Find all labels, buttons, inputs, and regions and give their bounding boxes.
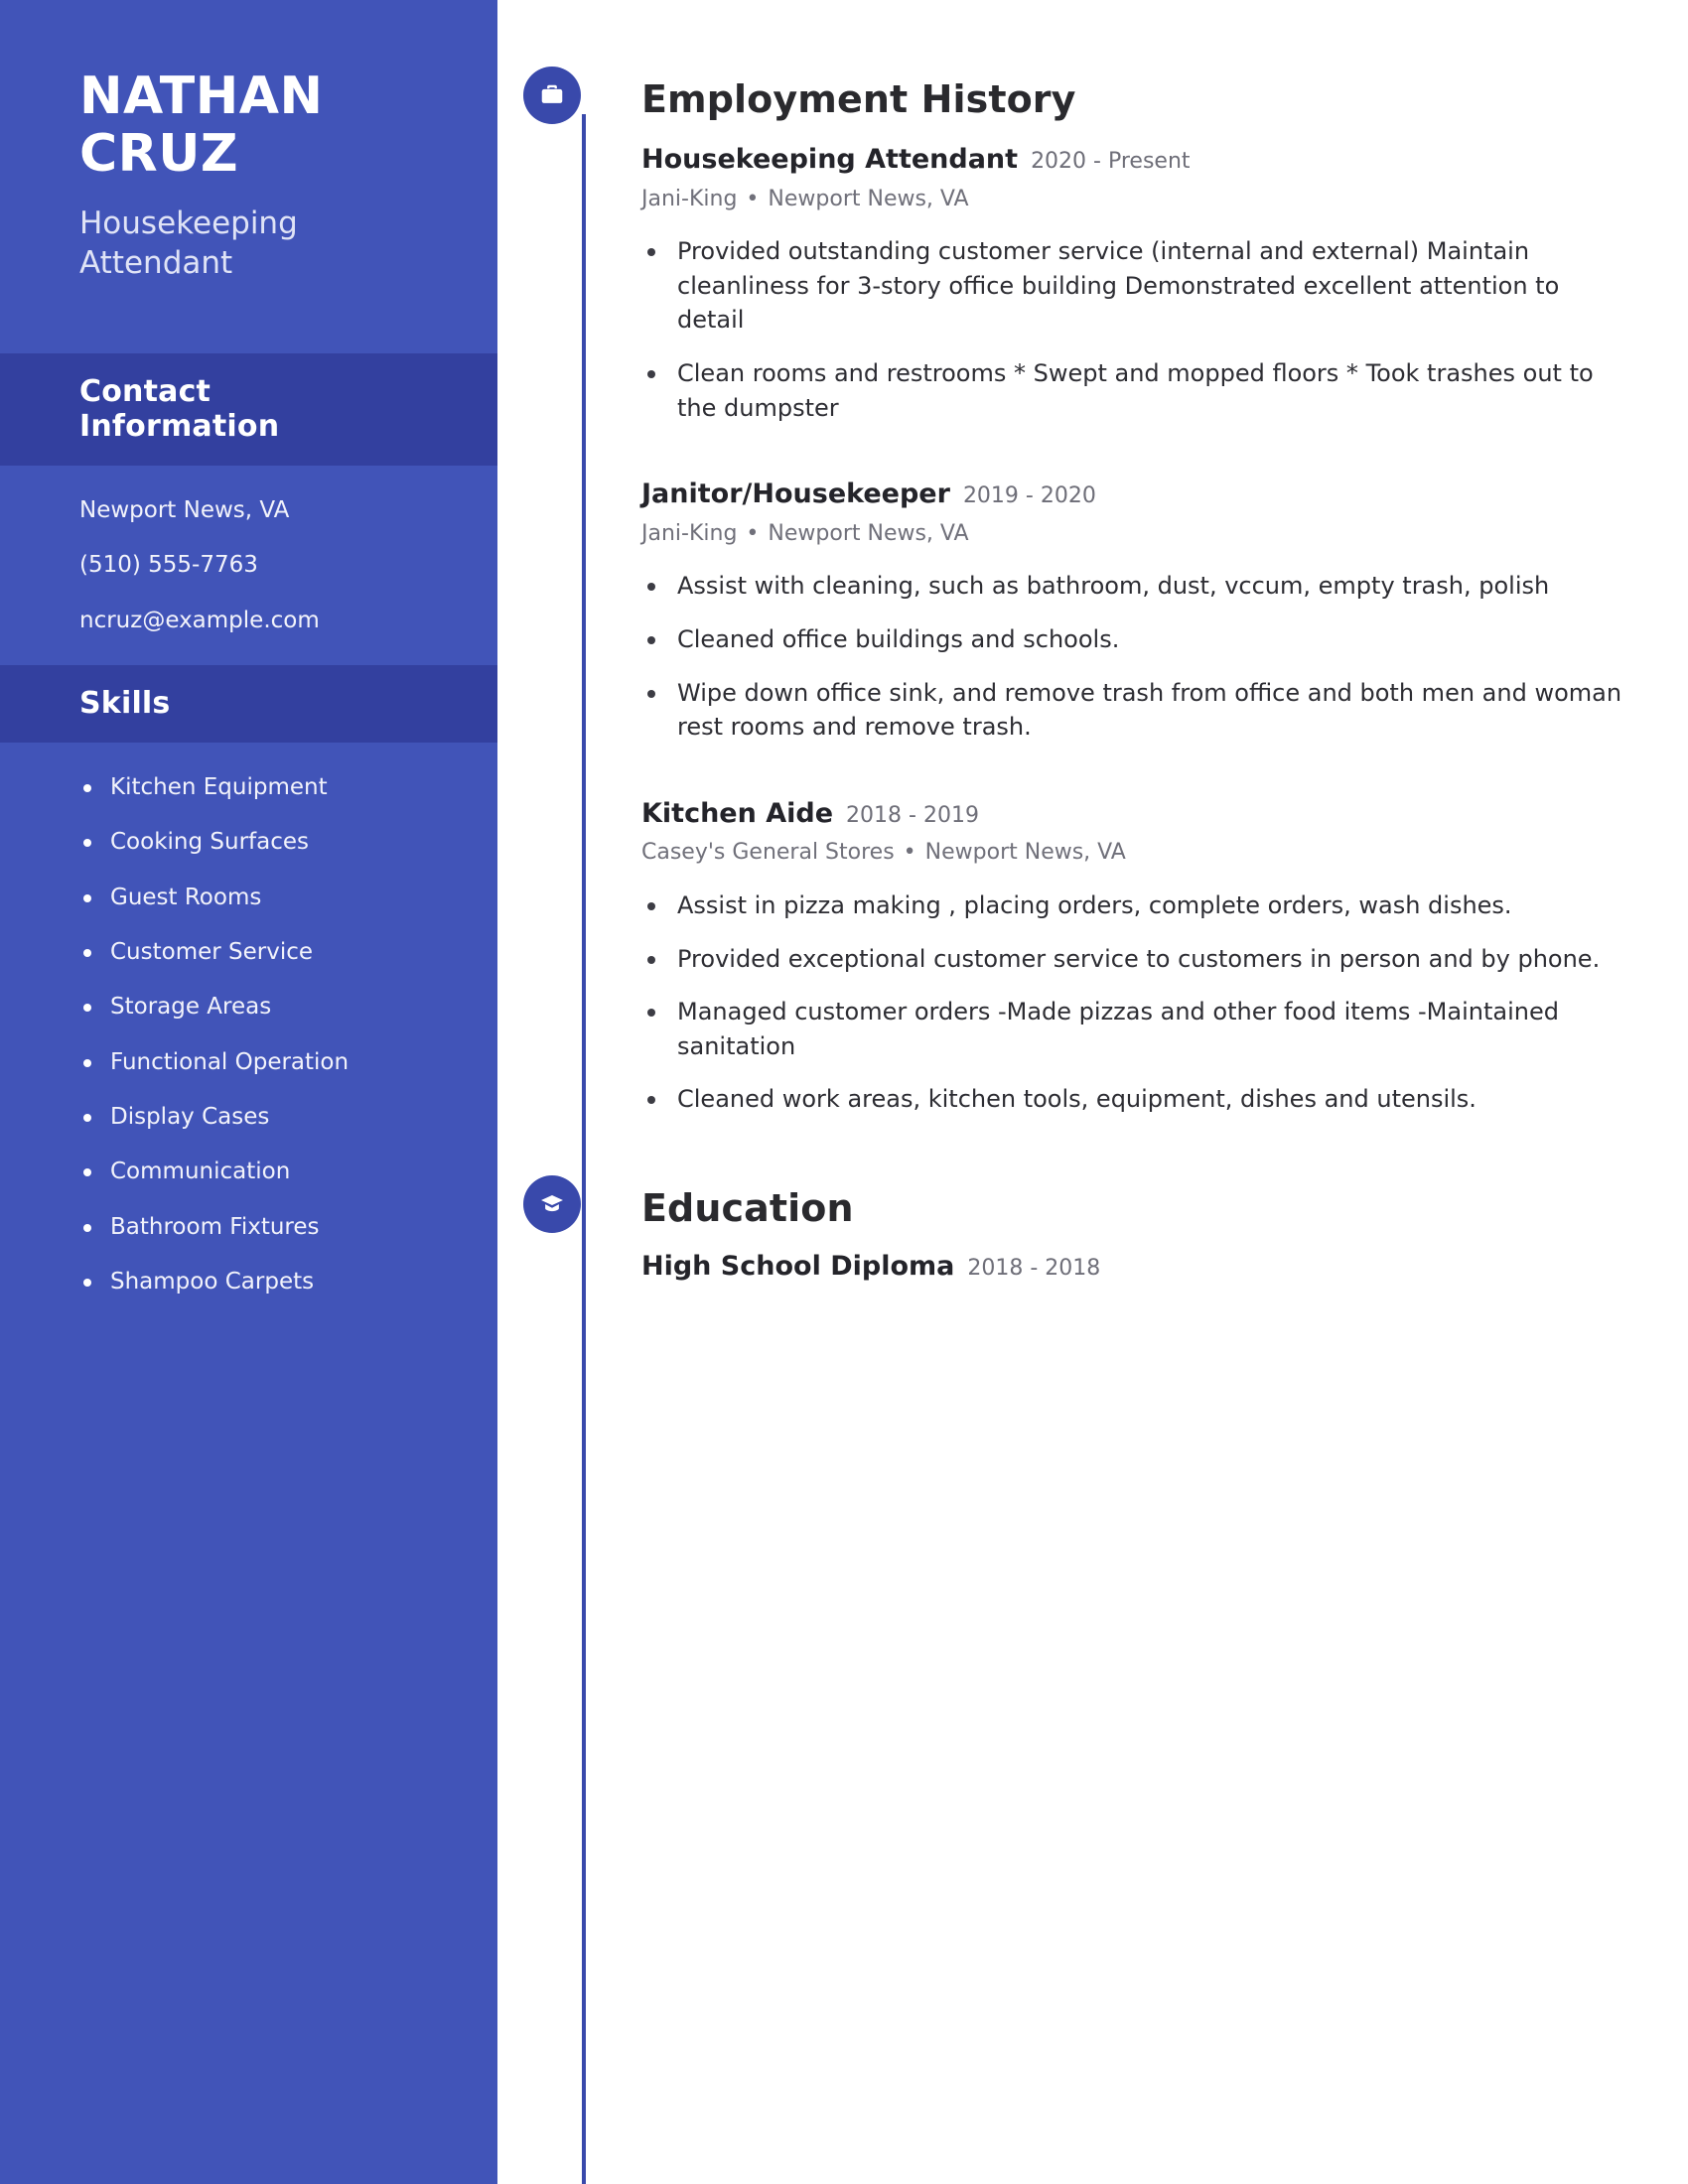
name-block: NATHAN CRUZ Housekeeping Attendant [0,0,497,284]
skill-item: Communication [79,1157,453,1186]
contact-information-heading: Contact Information [0,352,497,466]
education-entries: High School Diploma 2018 - 2018 [641,1250,1622,1284]
meta-separator: • [903,840,916,866]
job-company: Jani-King [641,186,738,211]
job-location: Newport News, VA [768,520,969,546]
section-employment-history: Employment History Housekeeping Attendan… [523,67,1622,1117]
section-education: Education High School Diploma 2018 - 201… [523,1174,1622,1284]
job-bullet: Wipe down office sink, and remove trash … [641,676,1622,745]
contact-location: Newport News, VA [79,496,290,523]
job-company: Jani-King [641,520,738,546]
skill-item: Cooking Surfaces [79,827,453,857]
job-meta: Casey's General Stores • Newport News, VA [641,839,1622,868]
job-bullet: Provided exceptional customer service to… [641,942,1622,977]
briefcase-icon [523,67,581,124]
skill-item: Functional Operation [79,1047,453,1077]
job-gap [641,425,1622,464]
job-heading: Housekeeping Attendant 2020 - Present [641,143,1622,177]
job-entry: Janitor/Housekeeper 2019 - 2020 Jani-Kin… [641,478,1622,745]
job-bullet: Provided outstanding customer service (i… [641,234,1622,338]
job-gap [641,745,1622,783]
skill-item: Guest Rooms [79,883,453,912]
education-header: Education [523,1174,1622,1238]
employment-history-header: Employment History [523,67,1622,129]
contact-email[interactable]: ncruz@example.com [79,606,438,635]
job-bullet: Managed customer orders -Made pizzas and… [641,995,1622,1063]
skill-item: Shampoo Carpets [79,1267,453,1297]
education-dates: 2018 - 2018 [967,1255,1101,1281]
section-title: Education [641,1185,854,1230]
skill-item: Display Cases [79,1102,453,1132]
job-title: Housekeeping Attendant [79,205,298,282]
job-dates: 2020 - Present [1031,149,1191,174]
education-degree: High School Diploma [641,1250,955,1282]
job-bullet: Cleaned work areas, kitchen tools, equip… [641,1082,1622,1117]
job-location: Newport News, VA [924,840,1126,866]
job-bullets: Assist with cleaning, such as bathroom, … [641,569,1622,744]
first-name: NATHAN [79,67,324,126]
job-bullet: Clean rooms and restrooms * Swept and mo… [641,356,1622,425]
skills-list: Kitchen Equipment Cooking Surfaces Guest… [0,743,497,1327]
last-name: CRUZ [79,124,239,185]
education-heading: High School Diploma 2018 - 2018 [641,1250,1622,1284]
skill-item: Kitchen Equipment [79,772,453,802]
job-entry: Kitchen Aide 2018 - 2019 Casey's General… [641,797,1622,1117]
job-bullets: Provided outstanding customer service (i… [641,234,1622,425]
education-entry: High School Diploma 2018 - 2018 [641,1250,1622,1284]
sidebar: NATHAN CRUZ Housekeeping Attendant Conta… [0,0,497,2184]
job-location: Newport News, VA [768,186,969,211]
job-dates: 2018 - 2019 [846,802,979,828]
job-bullet: Assist with cleaning, such as bathroom, … [641,569,1622,604]
job-entry: Housekeeping Attendant 2020 - Present Ja… [641,143,1622,425]
job-heading: Kitchen Aide 2018 - 2019 [641,797,1622,831]
contact-phone[interactable]: (510) 555-7763 [79,550,438,580]
job-heading: Janitor/Housekeeper 2019 - 2020 [641,478,1622,511]
graduation-cap-icon [523,1174,581,1233]
job-company: Casey's General Stores [641,840,895,866]
job-role: Janitor/Housekeeper [641,478,950,510]
skill-item: Customer Service [79,937,453,967]
meta-separator: • [746,186,760,211]
employment-entries: Housekeeping Attendant 2020 - Present Ja… [641,143,1622,1117]
skills-heading: Skills [0,664,497,743]
meta-separator: • [746,520,760,546]
job-bullet: Cleaned office buildings and schools. [641,622,1622,657]
job-bullets: Assist in pizza making , placing orders,… [641,888,1622,1117]
section-title: Employment History [641,77,1076,122]
resume-page: NATHAN CRUZ Housekeeping Attendant Conta… [0,0,1688,2184]
job-role: Kitchen Aide [641,797,834,829]
job-bullet: Assist in pizza making , placing orders,… [641,888,1622,923]
contact-list: Newport News, VA (510) 555-7763 ncruz@ex… [0,466,497,665]
job-meta: Jani-King • Newport News, VA [641,186,1622,214]
main-content: Employment History Housekeeping Attendan… [497,0,1688,2184]
job-dates: 2019 - 2020 [962,483,1096,509]
skill-item: Storage Areas [79,992,453,1022]
job-meta: Jani-King • Newport News, VA [641,520,1622,549]
skill-item: Bathroom Fixtures [79,1212,453,1242]
job-role: Housekeeping Attendant [641,144,1019,175]
